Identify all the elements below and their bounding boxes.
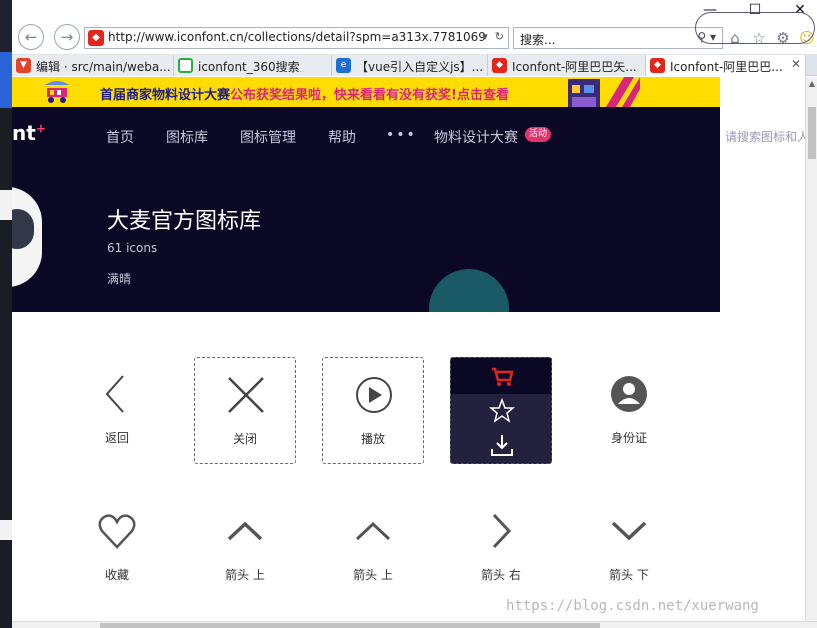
icon-card-hover[interactable] [450, 357, 552, 464]
favorite-star-icon[interactable] [489, 398, 515, 424]
iconfont-icon: ◆ [492, 58, 507, 73]
desktop-strip [0, 0, 12, 628]
nav-more[interactable]: ••• [386, 127, 417, 143]
banner-text-main: 首届商家物料设计大赛 [100, 88, 231, 103]
collection-header: nt+ 首页 图标库 图标管理 帮助 ••• 物料设计大赛 活动 大麦官方图标库… [12, 107, 720, 312]
icon-label: 收藏 [104, 568, 129, 582]
icon-card-back[interactable]: 返回 [66, 357, 168, 464]
icon-label: 箭头 下 [609, 568, 649, 582]
icon-label: 身份证 [610, 431, 647, 445]
ie-icon: e [336, 58, 351, 73]
horizontal-scrollbar[interactable] [12, 621, 817, 628]
planet-illustration [429, 269, 509, 312]
close-tab-icon[interactable]: ✕ [791, 57, 801, 71]
play-icon [356, 377, 392, 413]
tab-360search[interactable]: iconfont_360搜索 [174, 55, 332, 76]
tab-label: Iconfont-阿里巴巴矢... [512, 60, 637, 74]
desktop-taskbar-highlight [0, 52, 12, 108]
gitlab-icon: ▼ [16, 58, 31, 73]
activity-badge: 活动 [525, 127, 552, 142]
icon-card-arrow-up[interactable]: 箭头 上 [194, 494, 296, 601]
icon-card-play[interactable]: 播放 [322, 357, 424, 464]
chevron-right-icon [492, 513, 512, 549]
tab-bar: ▼ 编辑 · src/main/weba... iconfont_360搜索 e… [12, 54, 817, 76]
collection-title: 大麦官方图标库 [107, 209, 262, 234]
desktop-terminal [0, 108, 12, 628]
icon-card-arrow-right[interactable]: 箭头 右 [450, 494, 552, 601]
vertical-scroll-thumb[interactable] [808, 107, 816, 159]
icon-label: 关闭 [232, 432, 257, 446]
chevron-up-icon [227, 521, 263, 541]
chevron-left-icon [105, 375, 124, 413]
watermark: https://blog.csdn.net/xuerwang [506, 598, 759, 614]
iconfont-icon: ◆ [650, 58, 665, 73]
tab-label: 【vue引入自定义js】... [356, 60, 484, 74]
icon-label: 箭头 上 [353, 568, 393, 582]
collection-author[interactable]: 满晴 [107, 270, 131, 287]
icon-label: 箭头 上 [225, 568, 265, 582]
desktop-window-fragment [0, 520, 12, 540]
icon-count: 61 icons [107, 241, 158, 255]
page-right-area [720, 77, 805, 622]
tab-label: 编辑 · src/main/weba... [36, 60, 171, 74]
address-tools[interactable]: ▾ ↻ [482, 30, 504, 43]
site-search-input[interactable] [695, 12, 815, 44]
tab-iconfont-active[interactable]: ◆ Iconfont-阿里巴巴... ✕ [646, 55, 806, 76]
site-search-placeholder: 请搜索图标和人 [725, 130, 810, 144]
icon-label: 返回 [104, 431, 129, 445]
back-button[interactable]: ← [18, 24, 44, 50]
nav-icon-manage[interactable]: 图标管理 [240, 127, 296, 147]
desktop-window-fragment [0, 190, 12, 220]
browser-window: — ☐ ✕ ← → ◆ http://www.iconfont.cn/colle… [0, 0, 817, 628]
tab-iconfont-1[interactable]: ◆ Iconfont-阿里巴巴矢... [488, 55, 646, 76]
dropdown-icon[interactable]: ▾ [482, 30, 488, 43]
horizontal-scroll-thumb[interactable] [100, 623, 600, 628]
url-text[interactable]: http://www.iconfont.cn/collections/detai… [108, 30, 486, 44]
tab-vue[interactable]: e 【vue引入自定义js】... [332, 55, 488, 76]
promo-banner[interactable]: 首届商家物料设计大赛公布获奖结果啦，快来看看有没有获奖!点击查看 [12, 77, 720, 107]
icon-card-id-card[interactable]: 身份证 [578, 357, 680, 464]
heart-icon [98, 514, 136, 549]
browser-search-input[interactable]: 搜索... [520, 31, 555, 48]
iconfont-logo[interactable]: nt+ [12, 121, 46, 145]
banner-shop-illustration [568, 77, 640, 107]
nav-help[interactable]: 帮助 [328, 127, 356, 147]
nav-contest[interactable]: 物料设计大赛 [434, 127, 518, 147]
nav-icon-library[interactable]: 图标库 [166, 127, 208, 147]
user-avatar-icon [611, 376, 647, 412]
download-icon[interactable] [489, 432, 515, 458]
refresh-icon[interactable]: ↻ [495, 30, 504, 43]
title-bar: — ☐ ✕ [12, 0, 817, 20]
nav-home[interactable]: 首页 [106, 127, 134, 147]
banner-link[interactable]: 点击查看 [457, 88, 509, 103]
vendor-cart-icon [45, 81, 69, 103]
chevron-up-icon [355, 521, 391, 541]
icon-label: 箭头 右 [481, 568, 521, 582]
icon-label: 播放 [360, 432, 385, 446]
banner-text[interactable]: 首届商家物料设计大赛公布获奖结果啦，快来看看有没有获奖!点击查看 [100, 84, 509, 103]
tab-label: Iconfont-阿里巴巴... [670, 60, 783, 74]
astronaut-illustration [12, 187, 42, 287]
forward-button[interactable]: → [54, 24, 80, 50]
icon-card-arrow-down[interactable]: 箭头 下 [578, 494, 680, 601]
arrow-right-icon: → [60, 28, 74, 46]
arrow-left-icon: ← [24, 28, 38, 46]
icon-card-favorite[interactable]: 收藏 [66, 494, 168, 601]
tab-label: iconfont_360搜索 [198, 60, 300, 74]
add-to-cart-icon[interactable] [489, 363, 515, 389]
banner-text-highlight: 公布获奖结果啦，快来看看有没有获奖! [230, 88, 457, 103]
360-search-icon [178, 58, 193, 73]
tab-gitlab[interactable]: ▼ 编辑 · src/main/weba... [12, 55, 174, 76]
scroll-up-arrow-icon[interactable]: ▲ [806, 79, 817, 88]
address-bar[interactable]: ◆ http://www.iconfont.cn/collections/det… [84, 27, 509, 49]
icon-card-arrow-up-2[interactable]: 箭头 上 [322, 494, 424, 601]
browser-search-box[interactable]: 搜索... ⚲ ▾ [513, 27, 723, 49]
vertical-scrollbar[interactable]: ▲ [805, 77, 817, 622]
site-favicon-icon: ◆ [88, 30, 104, 46]
chevron-down-icon [611, 521, 647, 541]
close-icon [228, 377, 264, 413]
icon-card-close[interactable]: 关闭 [194, 357, 296, 464]
